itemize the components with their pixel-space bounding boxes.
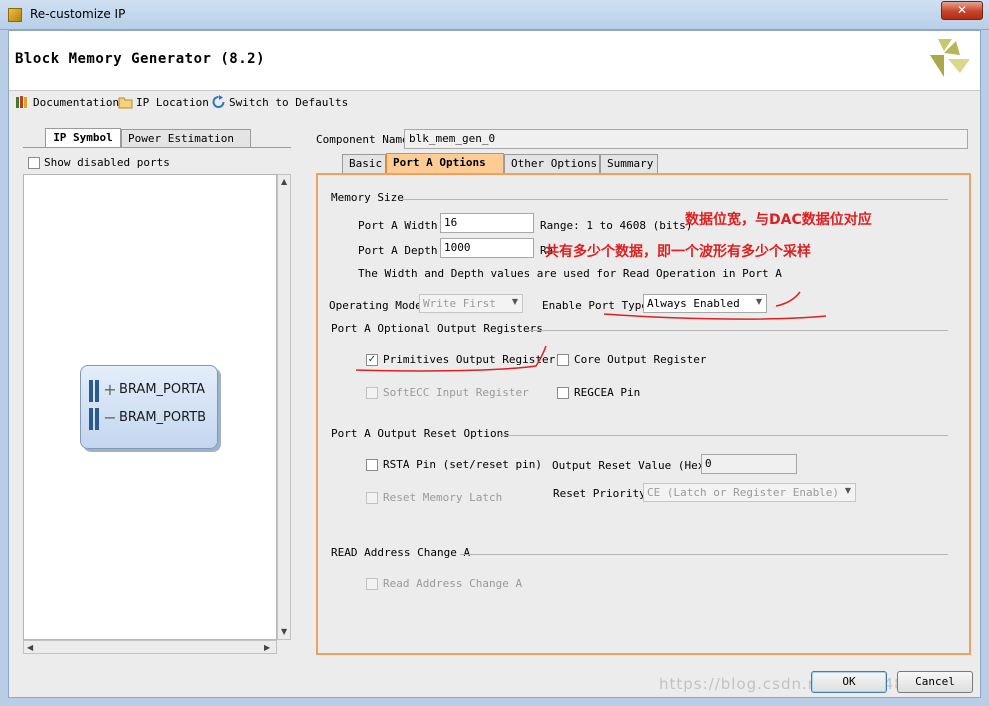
vertical-scrollbar[interactable]: ▲ ▼ (277, 174, 291, 640)
ip-location-label: IP Location (136, 95, 209, 109)
component-name-input[interactable]: blk_mem_gen_0 (404, 129, 968, 149)
switch-defaults-button[interactable]: Switch to Defaults (211, 95, 348, 109)
rsta-pin-label: RSTA Pin (set/reset pin) (383, 458, 542, 471)
depth-annotation: 共有多少个数据，即一个波形有多少个采样 (545, 244, 811, 260)
tab-summary[interactable]: Summary (600, 154, 658, 173)
reset-priority-label: Reset Priority (553, 487, 646, 500)
refresh-icon (212, 95, 225, 108)
operating-mode-select[interactable]: Write First ▼ (419, 294, 523, 313)
regcea-pin-checkbox[interactable]: REGCEA Pin (557, 386, 640, 399)
enable-port-type-select[interactable]: Always Enabled ▼ (643, 294, 767, 313)
enable-port-type-label: Enable Port Type (542, 299, 648, 312)
scroll-left-icon[interactable]: ◀ (27, 643, 33, 653)
read-address-heading: READ Address Change A (331, 546, 471, 559)
read-address-change-checkbox[interactable]: Read Address Change A (366, 577, 522, 590)
check-mark-icon[interactable]: ✓ (366, 353, 378, 366)
port-a-depth-input[interactable]: 1000 (440, 238, 534, 258)
chevron-down-icon: ▼ (755, 297, 762, 306)
operating-mode-value: Write First (423, 297, 496, 310)
port-a-depth-label: Port A Depth (358, 244, 438, 257)
core-output-register-checkbox[interactable]: Core Output Register (557, 353, 706, 366)
ip-location-button[interactable]: IP Location (118, 95, 209, 109)
section-divider (528, 330, 948, 331)
documentation-button[interactable]: Documentation (15, 95, 119, 109)
core-output-register-label: Core Output Register (574, 353, 707, 366)
softecc-input-register-box[interactable] (366, 386, 378, 399)
books-icon (16, 96, 27, 108)
minus-icon[interactable]: − (103, 408, 117, 427)
tab-port-a-options[interactable]: Port A Options (386, 153, 504, 173)
output-reset-value-input[interactable]: 0 (701, 454, 797, 474)
read-address-change-box[interactable] (366, 577, 378, 590)
operating-mode-label: Operating Mode (329, 299, 422, 312)
reset-memory-latch-box[interactable] (366, 491, 378, 504)
component-name-label: Component Name (316, 133, 409, 146)
width-depth-note: The Width and Depth values are used for … (358, 267, 782, 280)
show-disabled-ports-checkbox[interactable]: Show disabled ports (28, 156, 170, 169)
app-icon (8, 8, 22, 22)
softecc-input-register-checkbox[interactable]: SoftECC Input Register (366, 386, 529, 399)
plus-icon[interactable]: + (103, 380, 117, 399)
reset-memory-latch-checkbox[interactable]: Reset Memory Latch (366, 491, 502, 504)
ok-button[interactable]: OK (811, 671, 887, 693)
optional-registers-heading: Port A Optional Output Registers (331, 322, 543, 335)
regcea-pin-label: REGCEA Pin (574, 386, 641, 399)
window-title: Re-customize IP (30, 7, 126, 21)
scroll-right-icon[interactable]: ▶ (264, 643, 270, 653)
port-a-bar (89, 380, 99, 402)
tab-power-estimation[interactable]: Power Estimation (121, 129, 251, 148)
generator-title: Block Memory Generator (8.2) (15, 51, 266, 67)
enable-port-type-value: Always Enabled (647, 297, 740, 310)
documentation-label: Documentation (33, 95, 120, 109)
reset-memory-latch-label: Reset Memory Latch (383, 491, 503, 504)
symbol-canvas: + BRAM_PORTA − BRAM_PORTB (23, 174, 277, 640)
read-address-change-label: Read Address Change A (383, 577, 523, 590)
tab-basic[interactable]: Basic (342, 154, 386, 173)
port-a[interactable]: + BRAM_PORTA (89, 380, 206, 402)
dialog-client: Block Memory Generator (8.2) Documentati… (8, 30, 981, 698)
port-a-width-input[interactable]: 16 (440, 213, 534, 233)
window-titlebar: Re-customize IP ✕ (0, 0, 989, 30)
dialog-header: Block Memory Generator (8.2) (9, 31, 980, 91)
horizontal-scrollbar[interactable]: ◀ ▶ (23, 640, 277, 654)
port-b-bar (89, 408, 99, 430)
bram-symbol: + BRAM_PORTA − BRAM_PORTB (80, 365, 218, 449)
section-divider (500, 435, 948, 436)
xilinx-logo-icon (930, 39, 970, 77)
primitives-output-register-label: Primitives Output Register (383, 353, 556, 366)
folder-icon (118, 97, 133, 109)
ip-symbol-panel: Show disabled ports + BRAM_PORTA − BRAM_… (23, 147, 291, 654)
width-annotation: 数据位宽，与DAC数据位对应 (685, 212, 872, 228)
cancel-button[interactable]: Cancel (897, 671, 973, 693)
close-button[interactable]: ✕ (941, 1, 983, 20)
chevron-down-icon: ▼ (844, 486, 851, 495)
section-divider (402, 199, 948, 200)
softecc-input-register-label: SoftECC Input Register (383, 386, 529, 399)
scroll-down-icon[interactable]: ▼ (281, 627, 287, 637)
show-disabled-ports-label: Show disabled ports (44, 156, 170, 169)
port-a-label: BRAM_PORTA (119, 382, 206, 397)
port-b[interactable]: − BRAM_PORTB (89, 408, 207, 430)
chevron-down-icon: ▼ (511, 297, 518, 306)
scroll-up-icon[interactable]: ▲ (281, 177, 287, 187)
tab-ip-symbol[interactable]: IP Symbol (45, 128, 121, 148)
rsta-pin-box[interactable] (366, 458, 378, 471)
memory-size-heading: Memory Size (331, 191, 404, 204)
reset-options-heading: Port A Output Reset Options (331, 427, 510, 440)
tab-other-options[interactable]: Other Options (504, 154, 600, 173)
output-reset-value-label: Output Reset Value (Hex) (552, 459, 711, 472)
section-divider (460, 554, 948, 555)
port-a-width-range: Range: 1 to 4608 (bits) (540, 219, 693, 232)
reset-priority-select[interactable]: CE (Latch or Register Enable) ▼ (643, 483, 856, 502)
reset-priority-value: CE (Latch or Register Enable) (647, 486, 840, 499)
port-b-label: BRAM_PORTB (119, 410, 207, 425)
port-a-width-label: Port A Width (358, 219, 438, 232)
rsta-pin-checkbox[interactable]: RSTA Pin (set/reset pin) (366, 458, 542, 471)
show-disabled-ports-box[interactable] (28, 156, 40, 169)
regcea-pin-box[interactable] (557, 386, 569, 399)
core-output-register-box[interactable] (557, 353, 569, 366)
switch-defaults-label: Switch to Defaults (229, 95, 349, 109)
primitives-output-register-checkbox[interactable]: ✓ Primitives Output Register (366, 353, 555, 366)
